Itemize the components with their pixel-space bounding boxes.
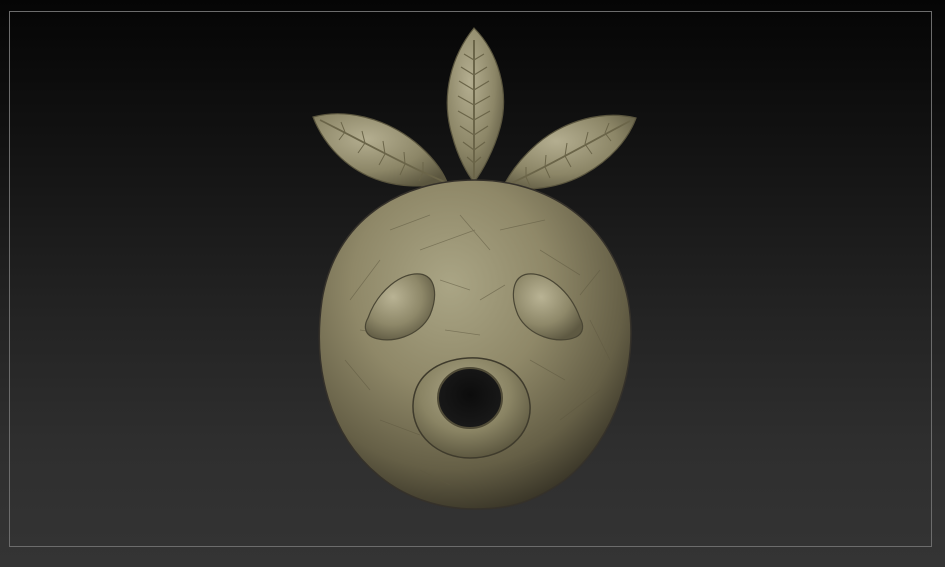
- mouth-hole: [437, 367, 503, 429]
- center-leaf: [446, 27, 505, 183]
- mask-face: [318, 179, 632, 510]
- mouth-ring: [412, 357, 531, 459]
- sculpt-model[interactable]: [0, 0, 945, 567]
- left-leaf: [312, 113, 448, 187]
- right-leaf: [502, 114, 637, 190]
- document-viewport[interactable]: [0, 0, 945, 567]
